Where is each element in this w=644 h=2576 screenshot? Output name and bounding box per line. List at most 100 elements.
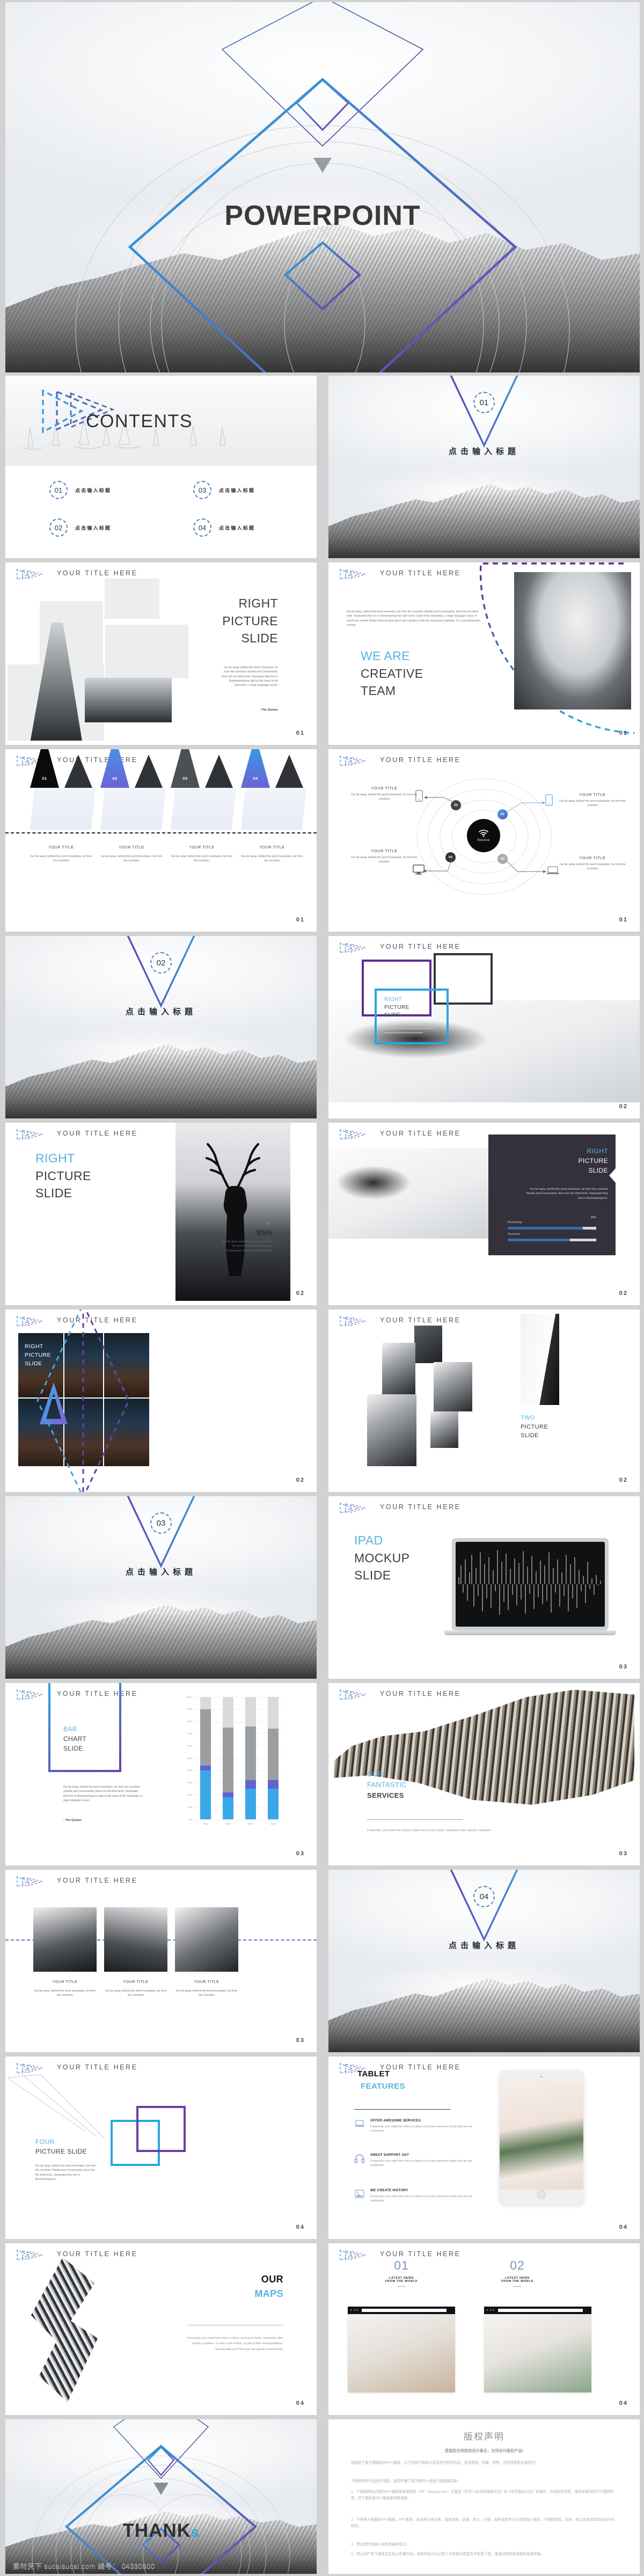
monitor-icon — [413, 865, 425, 875]
deer-silhouette — [205, 1143, 261, 1276]
contents-label-01: 点击输入标题 — [75, 487, 112, 493]
feature-title-3: WE CREATE HISTORY — [370, 2189, 408, 2192]
slide-header: YOUR TITLE HERE — [328, 1309, 640, 1334]
eiffel-headline-3: SLIDE — [241, 631, 278, 646]
page-number: 04 — [296, 2224, 305, 2230]
news-browser-02[interactable] — [484, 2307, 591, 2392]
page-number: 04 — [296, 2400, 305, 2406]
section-02-title: 点击输入标题 — [125, 1007, 196, 1016]
city-headline-3: SLIDE — [25, 1360, 42, 1367]
contents-item-04[interactable]: 04 点击输入标题 — [193, 518, 255, 537]
slide-latest-news[interactable]: YOUR TITLE HERE 01 LATEST NEWS FROM THE … — [328, 2243, 640, 2415]
chart-x-tick: 2014 — [203, 1823, 208, 1825]
slide-bar-chart[interactable]: YOUR TITLE HERE BAR CHART SLIDE Far far … — [5, 1683, 317, 1865]
tablet-headline: TABLET FEATURES — [357, 2068, 405, 2092]
slide-copyright[interactable]: 版权声明 感谢您支持原创设计事业，支持设计版权产品! 感谢您下载千图网原创PPT… — [328, 2419, 640, 2574]
frames-headline-3: SLIDE — [384, 1012, 401, 1018]
slide-services[interactable]: YOUR TITLE HERE OUR FANTASTIC SERVICES F… — [328, 1683, 640, 1865]
slide-section-01[interactable]: 01 点击输入标题 — [328, 376, 640, 558]
feature-row-3[interactable]: WE CREATE HISTORY Frequently, your initi… — [354, 2189, 478, 2204]
orbit-title-02: YOUR TITLE — [371, 786, 398, 791]
statue-tile-4 — [367, 1394, 416, 1466]
news-photo-02 — [484, 2314, 591, 2392]
slide-our-maps[interactable]: YOUR TITLE HERE OUR MAPS Frequently, you… — [5, 2243, 317, 2415]
triangle-logo-icon — [17, 568, 43, 581]
image-icon — [355, 2190, 364, 2198]
services-headline-3: SERVICES — [367, 1791, 404, 1799]
news-browser-01[interactable] — [348, 2307, 455, 2392]
slide-header: YOUR TITLE HERE — [5, 1309, 317, 1334]
orbit-text-04: YOUR TITLE Far far away, behind the word… — [347, 848, 422, 864]
contents-heading: CONTENTS — [86, 411, 193, 431]
news-number-02: 02 — [510, 2258, 525, 2272]
feature-row-2[interactable]: GREAT SUPPORT 24/7 Frequently, your init… — [354, 2153, 478, 2168]
cover-triangle-marker — [313, 158, 332, 173]
slide-frames-picture[interactable]: YOUR TITLE HERE RIGHT PICTURE SLIDE 02 — [328, 936, 640, 1118]
news-line2-02: FROM THE WORLD — [501, 2280, 534, 2283]
slide-triangles-infographic[interactable]: YOUR TITLE HERE 01 YOUR TITLE Far far aw… — [5, 749, 317, 932]
slide-four-picture[interactable]: YOUR TITLE HERE FOUR PICTURE SLIDE Far f… — [5, 2057, 317, 2239]
deer-stat: 85% — [256, 1228, 273, 1238]
contents-item-02[interactable]: 02 点击输入标题 — [49, 518, 111, 537]
chart-y-tick: 50% — [187, 1757, 192, 1760]
frames-headline-1: RIGHT — [384, 997, 402, 1002]
copyright-p2: 千图网将对作品进行维权，按照传播下载次数的十倍进行索取赔偿金! — [351, 2479, 458, 2483]
orbit-node-01[interactable]: 01 — [497, 809, 508, 819]
darkpanel-headline-1: RIGHT — [587, 1147, 608, 1155]
contents-item-01[interactable]: 01 点击输入标题 — [49, 481, 111, 499]
slide-two-picture[interactable]: YOUR TITLE HERE TWO PICTURE SLIDE 02 — [328, 1309, 640, 1492]
chart-bar-segment — [223, 1797, 233, 1819]
slide-orbit-diagram[interactable]: YOUR TITLE HERE Source 01 02 03 04 YOUR … — [328, 749, 640, 932]
chart-bar — [268, 1697, 279, 1819]
chart-y-tick: 20% — [187, 1793, 192, 1796]
chart-x-tick: 2015 — [225, 1823, 231, 1825]
contents-number-02: 02 — [49, 518, 68, 537]
news-column-02[interactable]: 02 LATEST NEWS FROM THE WORLD — [464, 2258, 571, 2287]
creative-headline-1: WE ARE — [361, 649, 410, 663]
tablet-headline-1: TABLET — [357, 2069, 390, 2079]
chart-headline-1: BAR — [63, 1725, 77, 1733]
orbit-node-03[interactable]: 03 — [497, 854, 508, 864]
cover-title: POWERPOINT — [224, 200, 421, 231]
slide-dark-panel[interactable]: YOUR TITLE HERE RIGHT PICTURE SLIDE Far … — [328, 1123, 640, 1305]
feature-row-1[interactable]: OFFER AWESOME SERVICES Frequently, your … — [354, 2119, 478, 2134]
orbit-node-04[interactable]: 04 — [445, 852, 456, 862]
copyright-p3: 1、千图网网站出售的PPT模版是免版税类（RF：Royalty-free）正版受… — [351, 2490, 614, 2501]
city-tile-6 — [104, 1399, 149, 1466]
maps-body-text: Frequently, your initial font choice is … — [187, 2337, 283, 2351]
section-04-title: 点击输入标题 — [448, 1941, 519, 1950]
slide-city-grid[interactable]: YOUR TITLE HERE RIGHT PICTURE SLIDE 02 — [5, 1309, 317, 1492]
slide-section-02[interactable]: 02 点击输入标题 — [5, 936, 317, 1118]
services-divider — [367, 1819, 463, 1820]
headphones-icon — [355, 2154, 364, 2163]
slide-right-picture-eiffel[interactable]: YOUR TITLE HERE RIGHT PICTURE SLIDE Far … — [5, 562, 317, 745]
eiffel-headline-2: PICTURE — [222, 613, 278, 628]
slide-ipad-mockup[interactable]: YOUR TITLE HERE IPAD MOCKUP SLIDE 03 — [328, 1496, 640, 1679]
triangle-title-1: YOUR TITLE — [48, 846, 74, 850]
slide-contents[interactable]: CONTENTS 01 点击输入标题 03 点击输入标题 02 点击输入标题 0… — [5, 376, 317, 558]
slide-header-title: YOUR TITLE HERE — [380, 1503, 461, 1511]
contents-label-04: 点击输入标题 — [219, 525, 255, 531]
slide-section-04[interactable]: 04 点击输入标题 — [328, 1870, 640, 2052]
page-number: 01 — [619, 730, 628, 736]
slide-header-title: YOUR TITLE HERE — [380, 756, 461, 764]
three-photo-2 — [104, 1907, 167, 1972]
slide-creative-team[interactable]: YOUR TITLE HERE Far far away, behind the… — [328, 562, 640, 745]
orbit-node-02[interactable]: 02 — [451, 800, 461, 810]
triangle-logo-icon — [340, 755, 367, 767]
orbit-desc-02: Far far away, behind the word mountains,… — [351, 793, 418, 801]
slide-header-title: YOUR TITLE HERE — [380, 1690, 461, 1697]
slide-tablet-features[interactable]: YOUR TITLE HERE TABLET FEATURES OFFER AW… — [328, 2057, 640, 2239]
chart-y-tick: 0% — [188, 1818, 192, 1821]
contents-item-03[interactable]: 03 点击输入标题 — [193, 481, 255, 499]
deer-headline-1: RIGHT — [35, 1151, 75, 1165]
orbit-desc-01: Far far away, behind the word mountains,… — [559, 800, 626, 808]
slide-thanks[interactable]: THANKs 素材天下 sucaisucai.com 编号： 04330900 — [5, 2419, 317, 2574]
triangles-dashed-rule — [5, 832, 317, 833]
slide-section-03[interactable]: 03 点击输入标题 — [5, 1496, 317, 1679]
orbit-title-01: YOUR TITLE — [579, 792, 606, 797]
slide-three-picture[interactable]: YOUR TITLE HERE YOUR TITLE Far far away,… — [5, 1870, 317, 2052]
slide-deer-picture[interactable]: YOUR TITLE HERE RIGHT PICTURE SLIDE + 85… — [5, 1123, 317, 1305]
news-column-01[interactable]: 01 LATEST NEWS FROM THE WORLD — [348, 2258, 455, 2287]
slide-cover[interactable]: POWERPOINT — [5, 2, 640, 372]
